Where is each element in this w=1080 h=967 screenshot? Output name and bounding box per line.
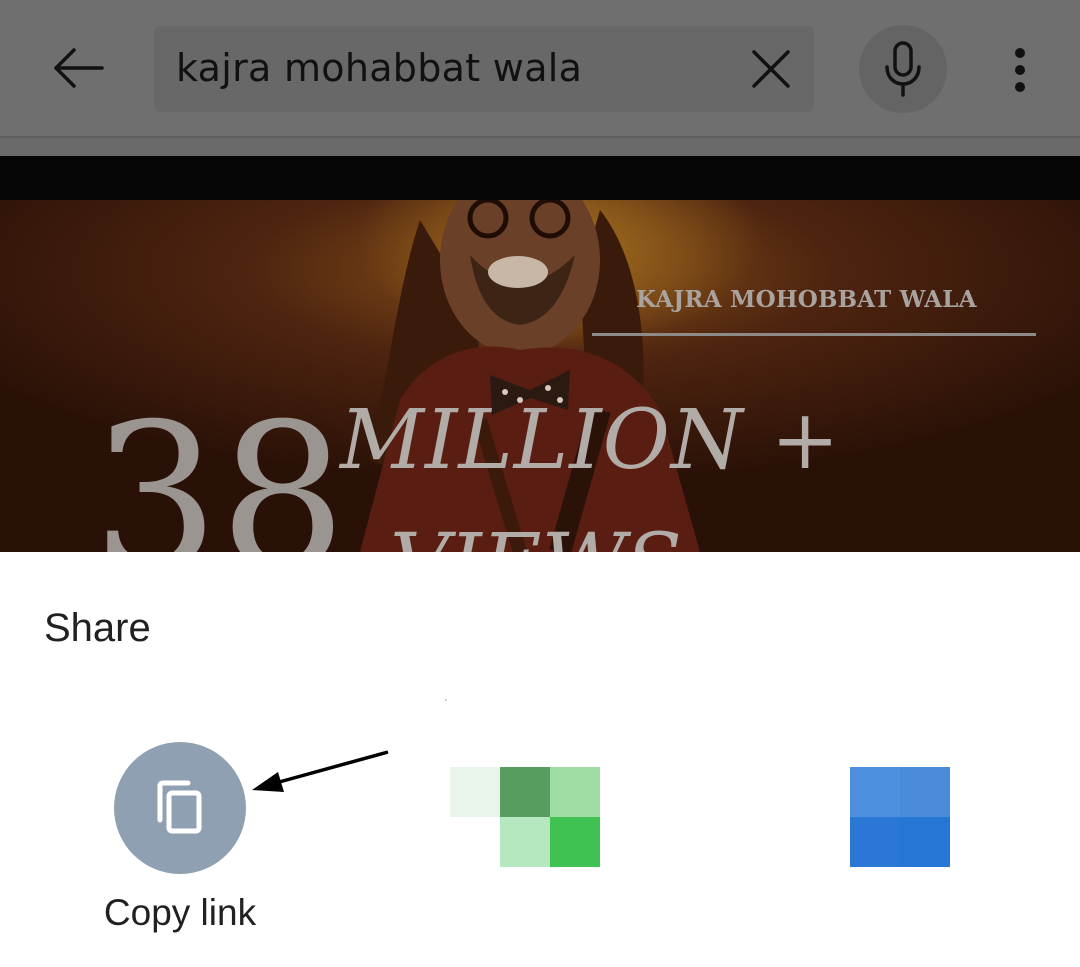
- share-app-option-green[interactable]: [450, 767, 600, 867]
- search-input[interactable]: kajra mohabbat wala: [154, 26, 814, 112]
- more-vert-icon: [1015, 48, 1025, 92]
- back-button[interactable]: [44, 34, 112, 102]
- share-sheet-title: Share: [44, 606, 151, 650]
- copy-link-label: Copy link: [103, 892, 257, 933]
- voice-search-button[interactable]: [859, 25, 947, 113]
- video-thumbnail[interactable]: KAJRA MOHOBBAT WALA 38 MILLION + VIEWS: [0, 156, 1080, 552]
- arrow-pointer-icon: [252, 750, 389, 792]
- app-icon-blue: [900, 767, 950, 817]
- clear-search-button[interactable]: [744, 42, 798, 96]
- app-icon-green: [500, 817, 550, 867]
- thumbnail-view-count-number: 38: [92, 381, 347, 553]
- app-icon-green: [450, 767, 500, 817]
- search-query-text: kajra mohabbat wala: [176, 46, 583, 90]
- app-icon-green: [550, 817, 600, 867]
- thumbnail-views-text: VIEWS: [390, 520, 682, 553]
- divider: [445, 699, 447, 701]
- copy-link-button[interactable]: [114, 742, 246, 874]
- app-icon-blue: [850, 817, 900, 867]
- more-options-button[interactable]: [990, 36, 1050, 104]
- thumbnail-view-count-text: MILLION +: [340, 393, 841, 488]
- copy-link-option[interactable]: Copy link: [90, 742, 270, 942]
- copy-icon: [157, 780, 202, 834]
- app-icon-blue: [850, 767, 900, 817]
- search-toolbar: kajra mohabbat wala: [0, 0, 1080, 138]
- app-icon-blue: [900, 817, 950, 867]
- thumbnail-title-underline: [592, 333, 1036, 336]
- divider: [0, 138, 1080, 156]
- arrow-left-icon: [54, 48, 104, 88]
- microphone-icon: [885, 41, 921, 97]
- app-icon-green: [500, 767, 550, 817]
- thumbnail-letterbox: [0, 156, 1080, 200]
- share-app-option-blue[interactable]: [850, 767, 950, 867]
- share-bottom-sheet: Share Copy link: [0, 552, 1080, 967]
- app-icon-green: [550, 767, 600, 817]
- thumbnail-title-overlay: KAJRA MOHOBBAT WALA: [636, 286, 977, 313]
- close-icon: [752, 50, 790, 88]
- screen: kajra mohabbat wala KAJRA MOHOBBAT WALA …: [0, 0, 1080, 967]
